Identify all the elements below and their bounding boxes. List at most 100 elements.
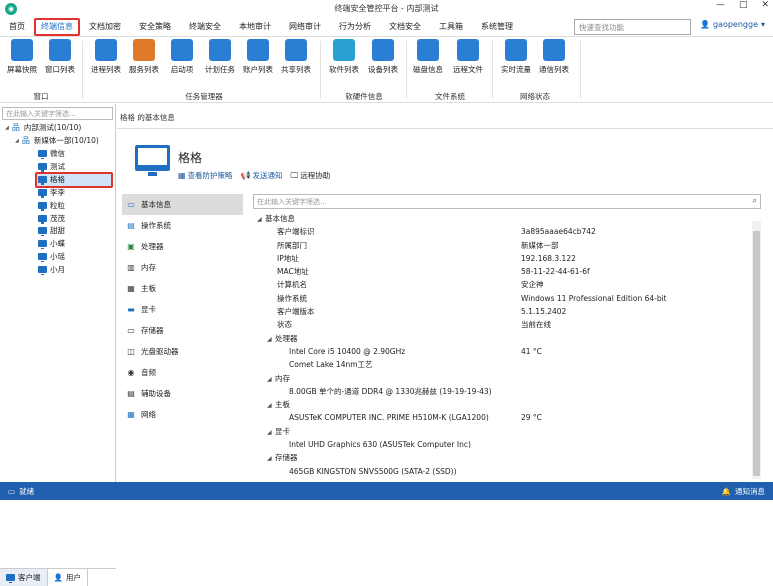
property-group[interactable]: ◢ 主板 (253, 398, 751, 411)
nav-item[interactable]: ▭ 基本信息 (122, 194, 243, 215)
nav-label: 音频 (141, 368, 156, 377)
ribbon-button[interactable]: 远程文件 (450, 39, 486, 75)
tree-host[interactable]: 李李 (38, 187, 65, 198)
ribbon-button-label: 账户列表 (243, 65, 273, 74)
menu-item[interactable]: 本地审计 (230, 18, 280, 36)
ribbon-button[interactable]: 设备列表 (365, 39, 401, 75)
nav-item[interactable]: ▦ 网络 (122, 404, 243, 425)
link-label: 查看防护策略 (187, 171, 233, 180)
vertical-scrollbar[interactable] (752, 221, 761, 479)
ribbon-button[interactable]: 启动项 (164, 39, 200, 75)
nav-item[interactable]: ◫ 光盘驱动器 (122, 341, 243, 362)
scrollbar-thumb[interactable] (753, 231, 760, 476)
nav-item[interactable]: ▤ 操作系统 (122, 215, 243, 236)
collapse-icon[interactable]: ◢ (267, 333, 275, 346)
tree-host[interactable]: 微信 (38, 148, 65, 159)
ribbon-button[interactable]: 软件列表 (326, 39, 362, 75)
ribbon-button[interactable]: 实时流量 (498, 39, 534, 75)
property-row: 8.00GB 单个的-通道 DDR4 @ 1330兆赫兹 (19-19-19-4… (253, 385, 751, 398)
monitor-icon (6, 574, 15, 583)
property-group[interactable]: ◢ 内存 (253, 372, 751, 385)
tree-search-input[interactable]: 在此输入关键字筛选... (2, 107, 113, 120)
ribbon-group-label: 文件系统 (435, 92, 465, 101)
collapse-icon[interactable]: ◢ (267, 373, 275, 386)
detail-search-input[interactable]: 在此输入关键字筛选... ⌕ (253, 194, 761, 209)
tab-clients[interactable]: 客户端 (0, 569, 48, 586)
ribbon-button[interactable]: 屏幕快照 (4, 39, 40, 75)
nav-item[interactable]: ▬ 显卡 (122, 299, 243, 320)
property-group[interactable]: ◢ 基本信息 (253, 212, 751, 225)
minimize-icon[interactable]: — (716, 0, 725, 10)
menu-item[interactable]: 系统管理 (472, 18, 522, 36)
property-key-text: 8.00GB 单个的-通道 DDR4 @ 1330兆赫兹 (19-19-19-4… (289, 386, 492, 396)
tree-root[interactable]: ◢ 品内部测试(10/10) (5, 122, 81, 133)
collapse-icon[interactable]: ◢ (267, 452, 275, 465)
tree-host[interactable]: 小蝶 (38, 238, 65, 250)
menu-item[interactable]: 文档加密 (80, 18, 130, 36)
user-menu[interactable]: 👤 gaopengge ▾ (700, 20, 765, 29)
tree-host[interactable]: 小月 (38, 264, 65, 276)
tree-host[interactable]: 粒粒 (38, 200, 65, 211)
property-key: 客户端版本 (277, 305, 315, 318)
property-key-text: Intel UHD Graphics 630 (ASUSTek Computer… (289, 440, 471, 450)
view-policy-link[interactable]: ▦ 查看防护策略 (178, 170, 233, 181)
menu-item[interactable]: 终端安全 (180, 18, 230, 36)
monitor-icon (38, 162, 47, 172)
tree-host[interactable]: 格格 (38, 174, 65, 185)
close-icon[interactable]: ✕ (761, 0, 769, 10)
ribbon-button[interactable]: 共享列表 (278, 39, 314, 75)
notification-button[interactable]: 🔔 通知消息 (722, 486, 765, 497)
ribbon-button[interactable]: 服务列表 (126, 39, 162, 75)
nav-item[interactable]: ▦ 主板 (122, 278, 243, 299)
nav-item[interactable]: ▣ 处理器 (122, 236, 243, 257)
property-key: Comet Lake 14nm工艺 (289, 358, 373, 371)
menu-item[interactable]: 安全策略 (130, 18, 180, 36)
nav-item[interactable]: ▤ 辅助设备 (122, 383, 243, 404)
menu-item[interactable]: 终端信息 (34, 17, 80, 36)
menu-item[interactable]: 行为分析 (330, 18, 380, 36)
tree-host[interactable]: 甜甜 (38, 225, 65, 237)
nav-item[interactable]: ▭ 存储器 (122, 320, 243, 341)
property-group[interactable]: ◢ 显卡 (253, 425, 751, 438)
nav-item[interactable]: ▥ 内存 (122, 257, 243, 278)
tree-dept[interactable]: ◢ 品新媒体一部(10/10) (15, 135, 99, 146)
ribbon-button[interactable]: 账户列表 (240, 39, 276, 75)
tree-label: 小月 (50, 265, 65, 275)
window-title: 终端安全管控平台 - 内部测试 (334, 4, 439, 13)
collapse-icon[interactable]: ◢ (267, 426, 275, 439)
maximize-icon[interactable]: □ (739, 0, 748, 10)
scheduled-task-icon (209, 39, 231, 61)
nav-item[interactable]: ◉ 音频 (122, 362, 243, 383)
property-key: 8.00GB 单个的-通道 DDR4 @ 1330兆赫兹 (19-19-19-4… (289, 385, 492, 398)
ribbon-button[interactable]: 通信列表 (536, 39, 572, 75)
function-search-input[interactable]: 快速查找功能 (574, 19, 691, 35)
tree-host[interactable]: 小瑶 (38, 251, 65, 263)
property-key-text: 客户端版本 (277, 307, 315, 317)
send-notification-link[interactable]: 📢 发送通知 (241, 170, 283, 181)
ribbon-button[interactable]: 计划任务 (202, 39, 238, 75)
menu-item[interactable]: 首页 (0, 18, 34, 36)
ribbon-button[interactable]: 窗口列表 (42, 39, 78, 75)
ribbon-button[interactable]: 进程列表 (88, 39, 124, 75)
property-key: Intel Core i5 10400 @ 2.90GHz (289, 345, 405, 358)
collapse-icon[interactable]: ◢ (257, 213, 265, 226)
tab-label: 用户 (65, 573, 81, 582)
ribbon-button[interactable]: 磁盘信息 (410, 39, 446, 75)
property-group[interactable]: ◢ 存储器 (253, 451, 751, 464)
ribbon-separator (580, 41, 581, 99)
expand-icon[interactable]: ◢ (15, 138, 19, 144)
menu-item[interactable]: 工具箱 (430, 18, 472, 36)
nav-label: 光盘驱动器 (141, 347, 179, 356)
tab-users[interactable]: 👤 用户 (48, 569, 88, 586)
property-group[interactable]: ◢ 处理器 (253, 332, 751, 345)
tree-host[interactable]: 测试 (38, 161, 65, 172)
menu-item[interactable]: 网络审计 (280, 18, 330, 36)
remote-assist-link[interactable]: 🖵 远程协助 (291, 170, 331, 181)
collapse-icon[interactable]: ◢ (267, 399, 275, 412)
menu-item[interactable]: 文档安全 (380, 18, 430, 36)
detail-panel: 在此输入关键字筛选... ⌕ ◢ 基本信息 客户端标识 3a895aaae64cb74… (253, 194, 761, 479)
search-icon[interactable]: ⌕ (753, 196, 757, 206)
expand-icon[interactable]: ◢ (5, 125, 9, 131)
property-key-text: Intel Core i5 10400 @ 2.90GHz (289, 346, 406, 356)
tree-host[interactable]: 茂茂 (38, 213, 65, 224)
